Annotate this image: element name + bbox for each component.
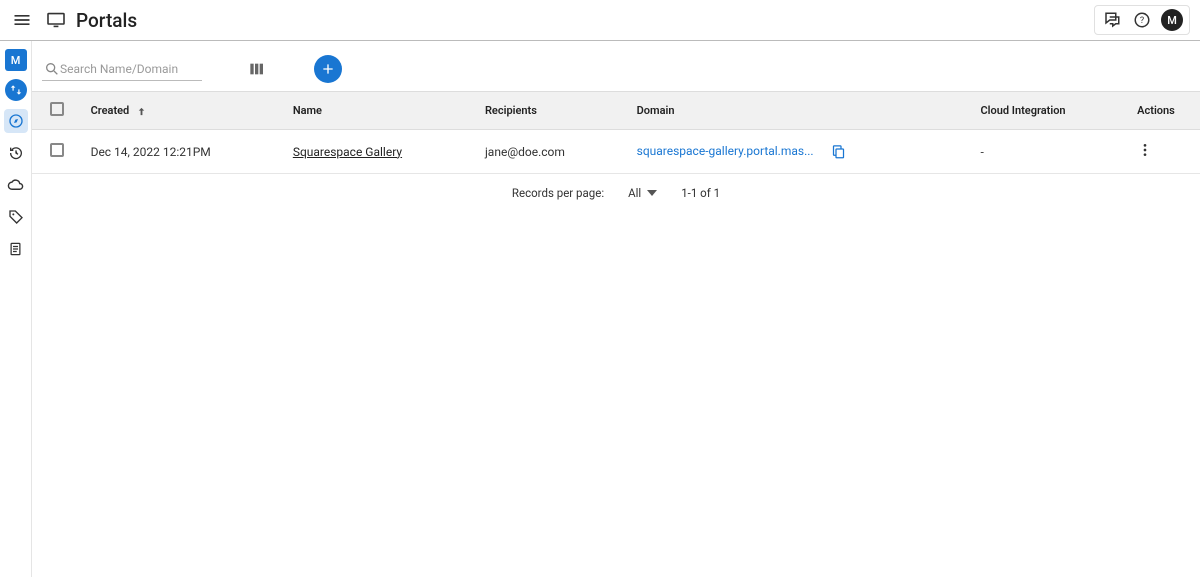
sidebar-item-portals[interactable] <box>4 109 28 133</box>
page-size-select[interactable]: All <box>628 186 657 200</box>
column-header-actions: Actions <box>1129 92 1200 130</box>
cell-created: Dec 14, 2022 12:21PM <box>83 130 285 174</box>
feedback-button[interactable] <box>1101 9 1123 31</box>
column-header-cloud[interactable]: Cloud Integration <box>972 92 1129 130</box>
columns-icon <box>249 62 265 76</box>
add-portal-button[interactable] <box>314 55 342 83</box>
column-header-domain[interactable]: Domain <box>629 92 973 130</box>
column-header-recipients[interactable]: Recipients <box>477 92 629 130</box>
row-checkbox[interactable] <box>50 143 64 157</box>
portal-icon <box>46 12 66 28</box>
row-actions-button[interactable] <box>1137 142 1153 158</box>
tag-icon <box>8 209 24 225</box>
search-icon <box>44 61 60 77</box>
select-all-checkbox[interactable] <box>50 102 64 116</box>
portals-table: Created Name Recipients Domain Cloud Int… <box>32 91 1200 174</box>
document-icon <box>8 241 23 257</box>
chat-icon <box>1103 11 1121 29</box>
help-icon: ? <box>1133 11 1151 29</box>
copy-icon[interactable] <box>831 144 846 159</box>
page-title: Portals <box>76 9 137 32</box>
sidebar-workspace[interactable]: M <box>5 49 27 71</box>
compass-icon <box>8 113 24 129</box>
toolbar <box>32 41 1200 91</box>
cell-recipients: jane@doe.com <box>477 130 629 174</box>
column-label: Created <box>91 104 130 117</box>
search-field[interactable] <box>42 58 202 81</box>
columns-button[interactable] <box>246 58 268 80</box>
pagination-label: Records per page: <box>512 186 604 200</box>
pagination: Records per page: All 1-1 of 1 <box>32 174 1200 212</box>
sidebar-item-tags[interactable] <box>4 205 28 229</box>
title-wrap: Portals <box>46 9 137 32</box>
portal-name-link[interactable]: Squarespace Gallery <box>293 145 402 159</box>
history-icon <box>8 145 24 161</box>
search-input[interactable] <box>60 62 190 76</box>
hamburger-icon <box>12 10 32 30</box>
swap-icon <box>9 83 23 97</box>
column-header-name[interactable]: Name <box>285 92 477 130</box>
user-avatar[interactable]: M <box>1161 9 1183 31</box>
dropdown-icon <box>647 190 657 196</box>
sidebar-item-files[interactable] <box>4 237 28 261</box>
table-header-row: Created Name Recipients Domain Cloud Int… <box>32 92 1200 130</box>
sidebar-item-transfer[interactable] <box>5 79 27 101</box>
cloud-icon <box>7 179 24 191</box>
page-size-value: All <box>628 186 641 200</box>
sidebar-item-cloud[interactable] <box>4 173 28 197</box>
topbar-actions: ? M <box>1094 5 1190 35</box>
cell-cloud: - <box>972 130 1129 174</box>
sidebar-item-history[interactable] <box>4 141 28 165</box>
main-content: Created Name Recipients Domain Cloud Int… <box>32 41 1200 577</box>
sidebar: M <box>0 41 32 577</box>
sort-asc-icon <box>136 106 147 117</box>
svg-text:?: ? <box>1140 16 1144 26</box>
help-button[interactable]: ? <box>1131 9 1153 31</box>
table-row[interactable]: Dec 14, 2022 12:21PM Squarespace Gallery… <box>32 130 1200 174</box>
plus-icon <box>320 61 336 77</box>
topbar: Portals ? M <box>0 0 1200 41</box>
column-header-created[interactable]: Created <box>83 92 285 130</box>
pagination-range: 1-1 of 1 <box>681 186 720 200</box>
portal-domain-link[interactable]: squarespace-gallery.portal.mas... <box>637 144 814 158</box>
menu-button[interactable] <box>10 8 34 32</box>
